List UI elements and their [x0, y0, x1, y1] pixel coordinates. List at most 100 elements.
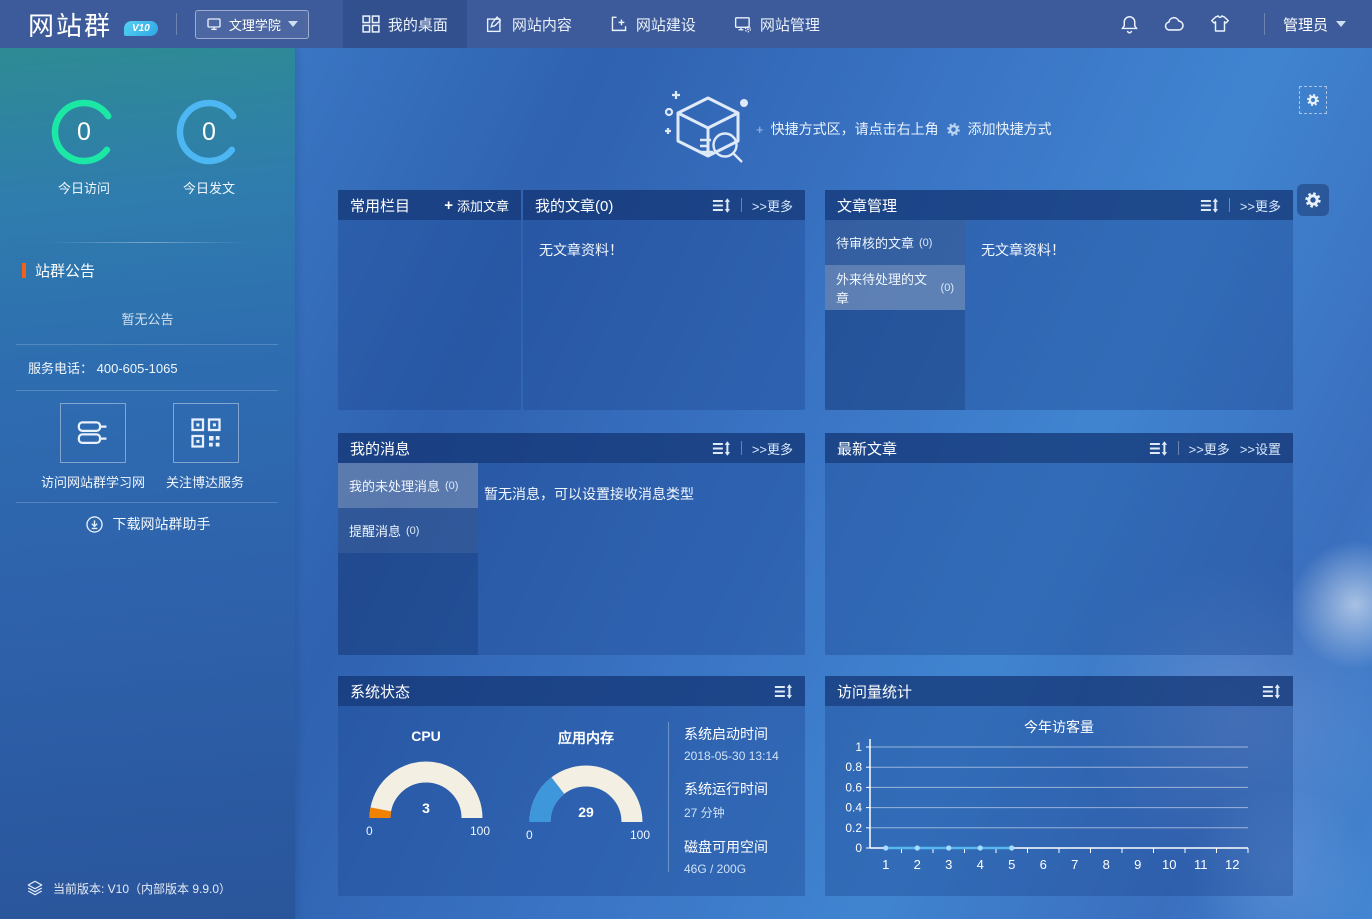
sort-icon[interactable]: [1200, 198, 1219, 213]
shortcut-hint: + 快捷方式区，请点击右上角 添加快捷方式: [756, 119, 1052, 139]
svg-text:0.8: 0.8: [845, 760, 862, 774]
tab-count: (0): [941, 282, 954, 294]
today-visits-value: 0: [50, 98, 118, 166]
gauge-value: 29: [520, 804, 652, 820]
tab-count: (0): [406, 525, 419, 537]
latest-articles-more-link[interactable]: >>更多: [1189, 439, 1230, 458]
tab-site-manage[interactable]: 网站管理: [715, 0, 839, 48]
tab-label: 我的未处理消息: [349, 476, 440, 495]
accent-bar: [22, 263, 26, 278]
gauge-scale: 0 100: [360, 824, 492, 840]
qrcode-icon: [188, 415, 224, 451]
article-manage-empty-text: 无文章资料！: [981, 240, 1065, 260]
monitor-gear-icon: [734, 15, 752, 33]
svg-text:1: 1: [855, 740, 862, 754]
gear-icon: [1306, 93, 1320, 107]
dashboard-settings-gear-button[interactable]: [1297, 184, 1329, 216]
svg-text:10: 10: [1162, 857, 1176, 872]
gear-icon: [1304, 191, 1322, 209]
divider: [1264, 13, 1265, 35]
panel-title: 常用栏目: [350, 195, 410, 216]
gauge-title: CPU: [360, 728, 492, 744]
panel-title: 访问量统计: [837, 681, 912, 702]
today-posts-value: 0: [175, 98, 243, 166]
sort-icon[interactable]: [1262, 684, 1281, 699]
memory-gauge: 应用内存 29 0 100: [520, 728, 652, 844]
svg-text:6: 6: [1040, 857, 1047, 872]
cloud-icon[interactable]: [1162, 13, 1186, 35]
site-selector-label: 文理学院: [229, 15, 281, 34]
shortcut-hint-suffix: 添加快捷方式: [968, 119, 1052, 139]
books-icon: [74, 416, 112, 450]
edit-square-icon: [486, 15, 504, 33]
divider: [668, 722, 669, 872]
article-manage-more-link[interactable]: >>更多: [1240, 196, 1281, 215]
learning-site-link[interactable]: [60, 403, 126, 463]
svg-text:0.6: 0.6: [845, 780, 862, 794]
version-text: 当前版本: V10（内部版本 9.9.0）: [53, 880, 231, 897]
svg-text:7: 7: [1071, 857, 1078, 872]
layers-icon: [26, 879, 44, 897]
tab-external-pending[interactable]: 外来待处理的文章 (0): [825, 265, 965, 310]
sort-icon[interactable]: [712, 198, 731, 213]
panel-system-status: 系统状态 CPU 3 0 100 应用内存 29 0 100: [338, 676, 805, 896]
tab-reminder-messages[interactable]: 提醒消息 (0): [338, 508, 478, 553]
tab-label: 外来待处理的文章: [836, 269, 936, 307]
tab-pending-review[interactable]: 待审核的文章 (0): [825, 220, 965, 265]
package-search-illustration: [662, 86, 754, 183]
notification-bell-icon[interactable]: [1119, 14, 1140, 35]
latest-articles-settings-link[interactable]: >>设置: [1240, 439, 1281, 458]
sort-icon[interactable]: [712, 441, 731, 456]
sort-icon[interactable]: [1149, 441, 1168, 456]
main-nav: 我的桌面 网站内容 网站建设 网站管理: [343, 0, 839, 48]
system-boot-time: 系统启动时间 2018-05-30 13:14: [684, 724, 799, 763]
svg-text:0: 0: [855, 841, 862, 855]
add-article-label: 添加文章: [457, 196, 509, 215]
download-assistant-link[interactable]: 下载网站群助手: [0, 514, 295, 534]
topbar: 网站群 V10 文理学院 我的桌面 网站内容: [0, 0, 1372, 48]
dashboard-grid-icon: [362, 15, 380, 33]
my-messages-more-link[interactable]: >>更多: [752, 439, 793, 458]
announcements-title: 站群公告: [35, 260, 95, 281]
tab-my-desktop[interactable]: 我的桌面: [343, 0, 467, 48]
sort-icon[interactable]: [774, 684, 793, 699]
svg-text:2: 2: [914, 857, 921, 872]
site-selector-dropdown[interactable]: 文理学院: [195, 10, 309, 39]
tab-label: 提醒消息: [349, 521, 401, 540]
today-posts-ring: 0: [175, 98, 243, 166]
follow-service-link[interactable]: [173, 403, 239, 463]
my-messages-tab-column: 我的未处理消息 (0) 提醒消息 (0): [338, 463, 478, 655]
panel-title: 我的文章(0): [535, 195, 613, 216]
visits-chart: 今年访客量00.20.40.60.81123456789101112: [825, 706, 1293, 896]
gauge-scale: 0 100: [520, 828, 652, 844]
svg-text:0.4: 0.4: [845, 801, 862, 815]
gauge-value: 3: [360, 800, 492, 816]
add-article-button[interactable]: 添加文章: [444, 196, 509, 215]
sparkle-plus-icon: +: [756, 122, 764, 137]
today-visits-label: 今日访问: [24, 178, 144, 197]
user-menu-label: 管理员: [1283, 14, 1328, 35]
divider: [741, 441, 742, 455]
add-square-icon: [610, 15, 628, 33]
tab-site-build[interactable]: 网站建设: [591, 0, 715, 48]
service-phone-number: 400-605-1065: [97, 361, 178, 376]
tshirt-icon[interactable]: [1208, 13, 1232, 35]
my-articles-empty-text: 无文章资料！: [539, 240, 623, 260]
divider: [741, 198, 742, 212]
follow-service-label[interactable]: 关注博达服务: [145, 472, 265, 491]
svg-text:4: 4: [977, 857, 984, 872]
tab-label: 网站内容: [512, 14, 572, 35]
svg-text:12: 12: [1225, 857, 1239, 872]
tab-label: 网站管理: [760, 14, 820, 35]
panel-title: 我的消息: [350, 438, 410, 459]
user-menu[interactable]: 管理员: [1283, 14, 1346, 35]
divider: [16, 344, 278, 345]
panel-article-manage: 文章管理 >>更多 待审核的文章 (0) 外来待处理的文章 (0) 无文章资料！: [825, 190, 1293, 410]
tab-unhandled-messages[interactable]: 我的未处理消息 (0): [338, 463, 478, 508]
add-shortcut-gear-button[interactable]: [1299, 86, 1327, 114]
my-articles-more-link[interactable]: >>更多: [752, 196, 793, 215]
download-icon: [85, 515, 104, 534]
svg-text:1: 1: [882, 857, 889, 872]
tab-site-content[interactable]: 网站内容: [467, 0, 591, 48]
background-flare: [1285, 535, 1372, 675]
